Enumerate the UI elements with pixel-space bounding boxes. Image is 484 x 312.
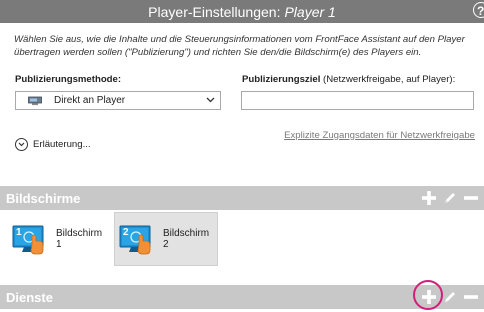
publishing-method-label: Publizierungsmethode: <box>15 74 122 85</box>
publishing-target-label-bold: Publizierungsziel <box>242 74 321 85</box>
title-bar: Player-Einstellungen: Player 1 ? <box>0 0 484 23</box>
screen-label-2: Bildschirm 2 <box>163 228 210 250</box>
publishing-method-select[interactable]: Direkt an Player <box>15 91 221 110</box>
screen-item-2[interactable]: 2 Bildschirm 2 <box>114 212 218 266</box>
explanation-toggle[interactable]: Erläuterung... <box>15 138 91 151</box>
monitor-icon: 2 <box>119 222 157 256</box>
screen-number-2: 2 <box>123 227 129 238</box>
services-section-title: Dienste <box>6 290 53 305</box>
chevron-down-icon[interactable] <box>206 95 215 106</box>
add-screen-button[interactable] <box>420 189 438 207</box>
screen-number-1: 1 <box>16 227 22 238</box>
screen-item-1[interactable]: 1 Bildschirm 1 <box>12 212 110 266</box>
screens-section-bar: Bildschirme <box>0 186 484 210</box>
explanation-label: Erläuterung... <box>33 139 91 150</box>
edit-screen-button[interactable] <box>441 189 459 207</box>
publishing-target-input[interactable] <box>241 91 474 110</box>
monitor-icon: 1 <box>12 222 50 256</box>
publishing-target-label: Publizierungsziel (Netzwerkfreigabe, auf… <box>242 74 455 85</box>
publishing-target-label-rest: (Netzwerkfreigabe, auf Player): <box>320 74 456 85</box>
remove-service-button[interactable] <box>462 288 480 306</box>
help-icon[interactable]: ? <box>473 2 484 18</box>
player-device-icon <box>28 96 42 106</box>
screen-label-1: Bildschirm 1 <box>56 228 103 250</box>
publishing-method-value: Direkt an Player <box>54 95 126 106</box>
intro-text: Wählen Sie aus, wie die Inhalte und die … <box>14 34 465 58</box>
window-title-player: Player 1 <box>284 3 336 20</box>
edit-service-button[interactable] <box>441 288 459 306</box>
services-section-bar: Dienste <box>0 285 484 309</box>
highlight-annotation-circle <box>413 280 443 310</box>
remove-screen-button[interactable] <box>462 189 480 207</box>
window-title: Player-Einstellungen: <box>148 3 281 20</box>
screens-section-title: Bildschirme <box>6 191 81 206</box>
credentials-link[interactable]: Explizite Zugangsdaten für Netzwerkfreig… <box>284 130 475 141</box>
chevron-down-circle-icon <box>15 138 28 151</box>
